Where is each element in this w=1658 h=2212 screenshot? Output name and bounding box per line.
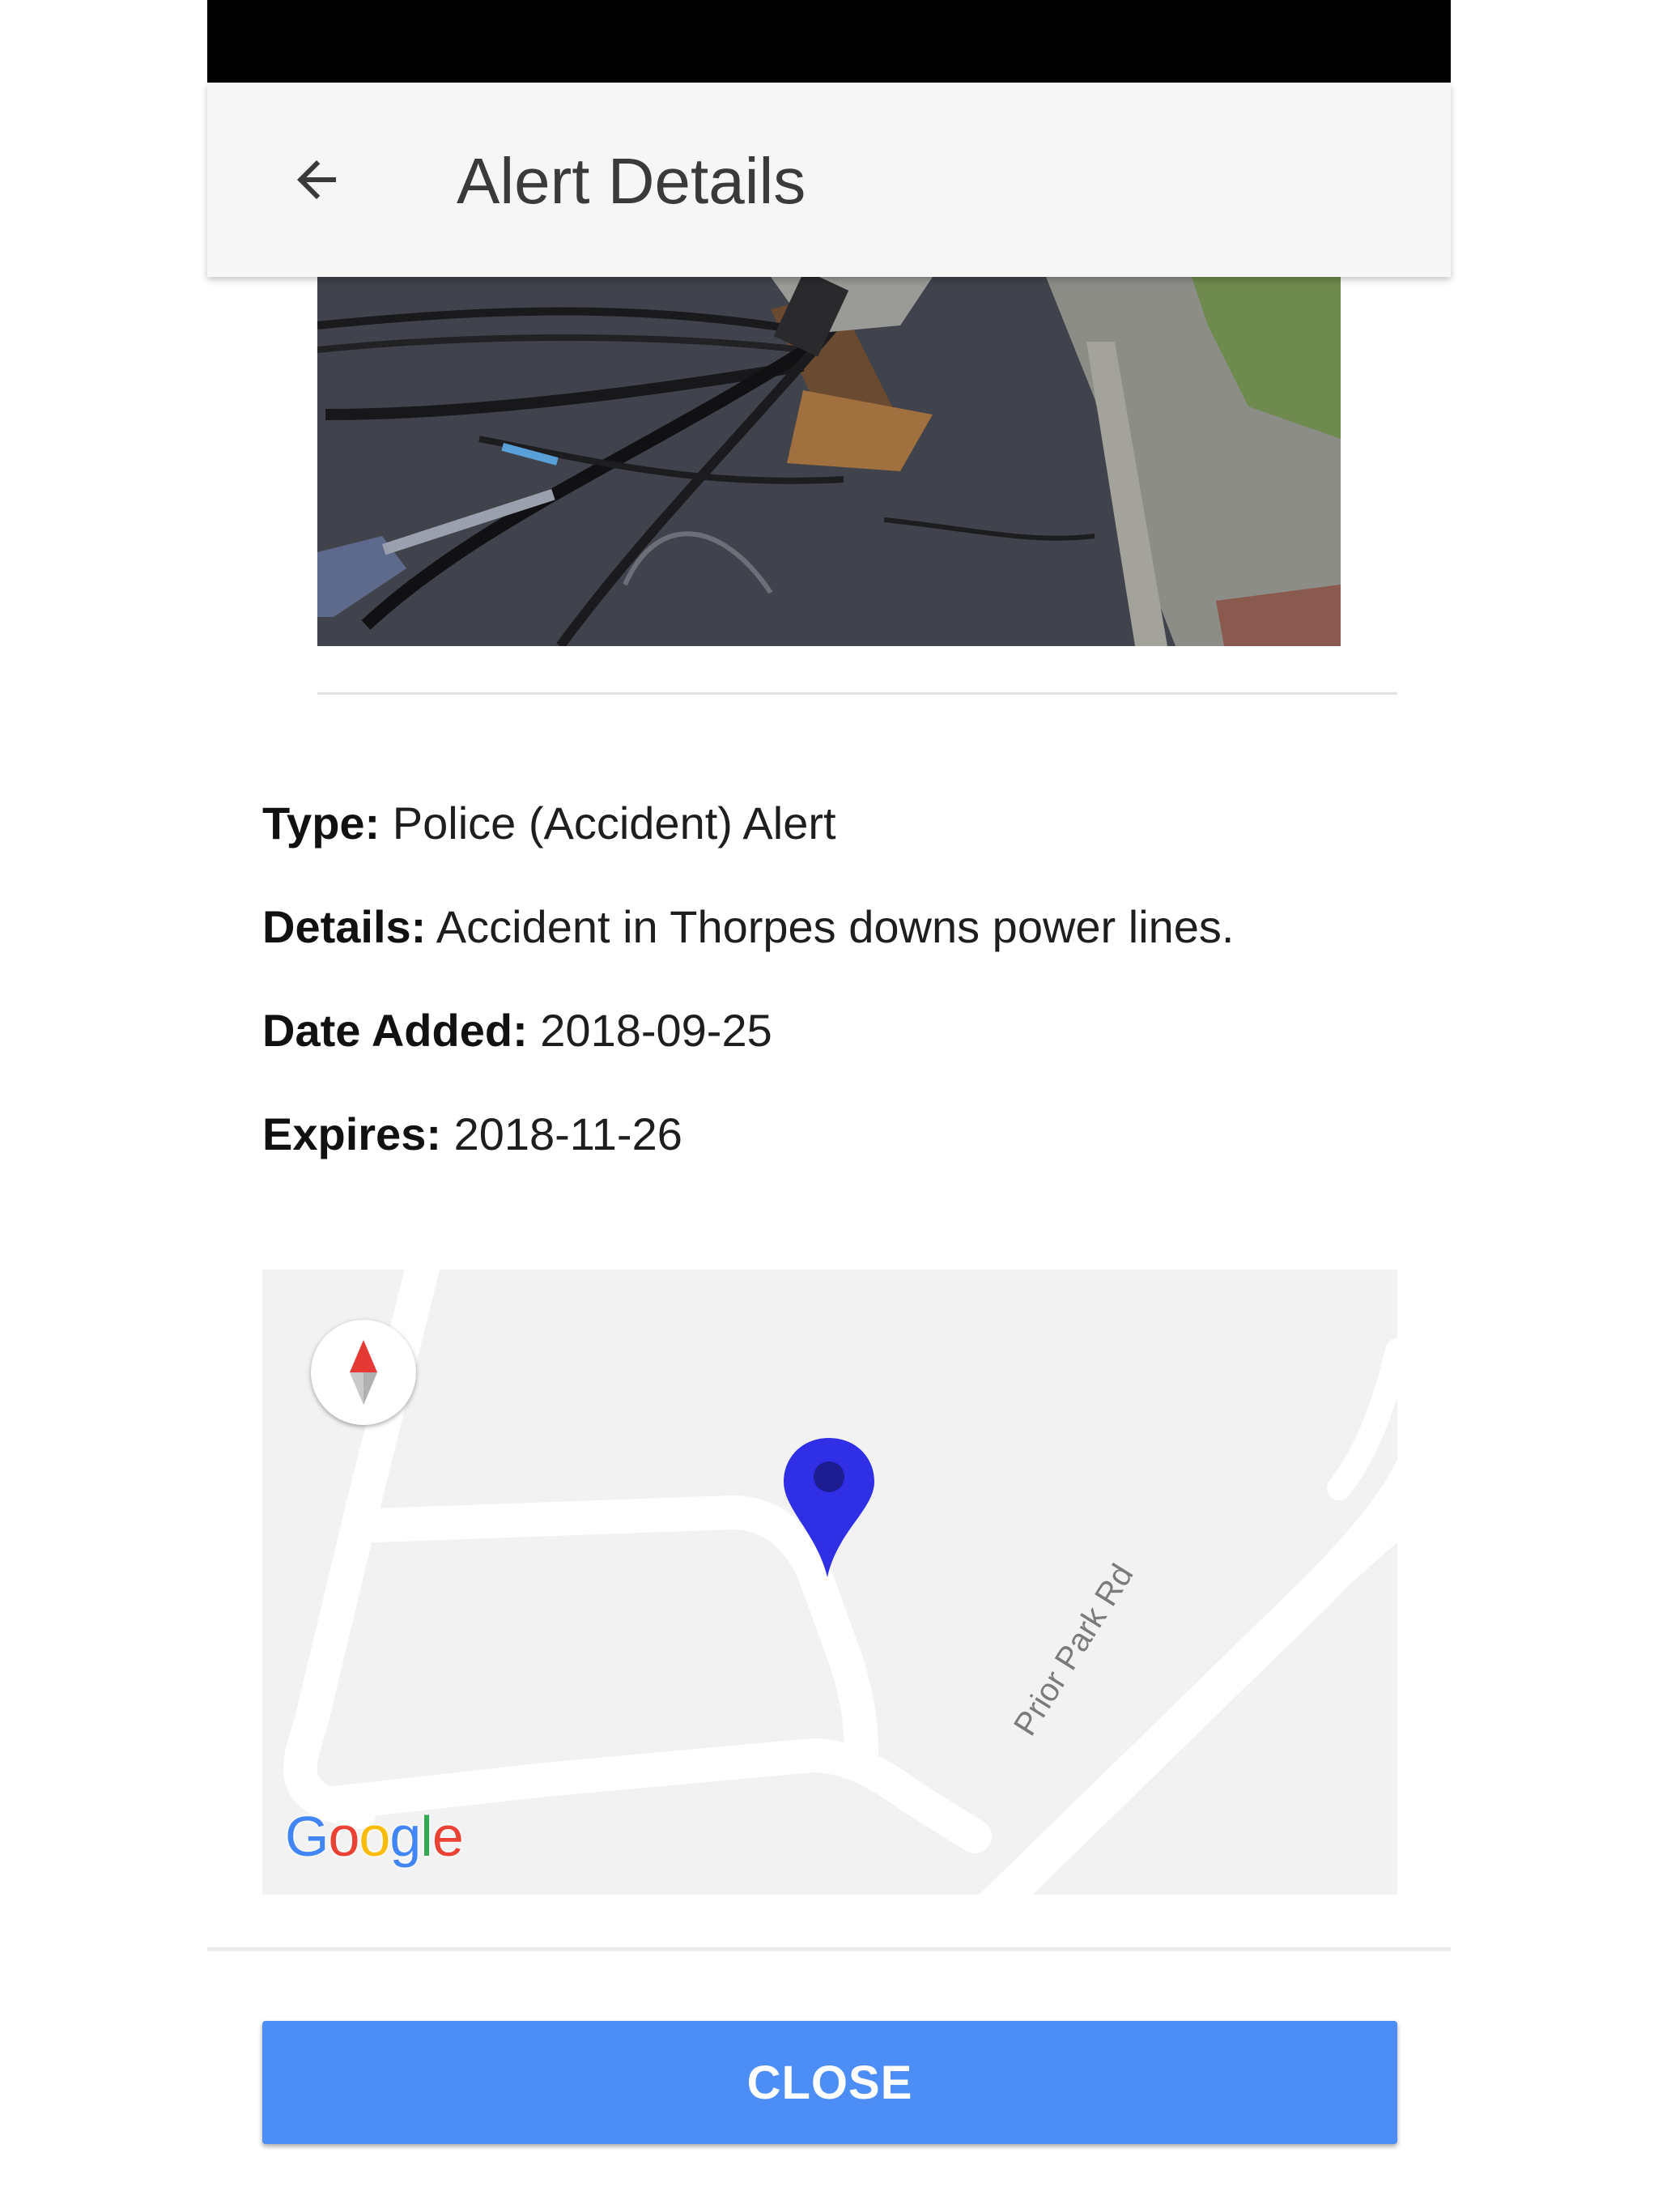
google-logo-letter: l xyxy=(420,1805,433,1868)
app-bar: Alert Details xyxy=(207,83,1451,277)
alert-details-screen: Alert Details Type: Police (Accident) Al… xyxy=(207,0,1451,2212)
expires-value: 2018-11-26 xyxy=(453,1108,682,1159)
alert-photo xyxy=(317,277,1341,646)
status-bar xyxy=(207,0,1451,83)
map-roads xyxy=(283,1270,1397,1895)
compass-button[interactable] xyxy=(311,1320,416,1425)
google-logo-letter: o xyxy=(328,1805,359,1868)
google-logo-letter: g xyxy=(389,1805,421,1868)
expires-row: Expires: 2018-11-26 xyxy=(262,1106,1396,1163)
map-view[interactable]: Prior Park Rd Google xyxy=(262,1270,1397,1895)
details-label: Details: xyxy=(262,901,427,952)
divider xyxy=(317,692,1397,695)
date-added-row: Date Added: 2018-09-25 xyxy=(262,1002,1396,1059)
type-label: Type: xyxy=(262,798,380,849)
compass-icon xyxy=(350,1340,377,1405)
google-logo-letter: o xyxy=(359,1805,390,1868)
map-marker-icon xyxy=(784,1438,874,1577)
expires-label: Expires: xyxy=(262,1108,441,1159)
type-row: Type: Police (Accident) Alert xyxy=(262,795,1396,852)
back-button[interactable] xyxy=(280,143,353,216)
type-value: Police (Accident) Alert xyxy=(392,798,836,849)
google-logo-letter: e xyxy=(432,1805,464,1868)
divider xyxy=(207,1947,1451,1951)
details-value: Accident in Thorpes downs power lines. xyxy=(436,901,1235,952)
page-title: Alert Details xyxy=(457,145,806,217)
close-button[interactable]: CLOSE xyxy=(262,2021,1397,2144)
google-logo: Google xyxy=(285,1804,464,1869)
arrow-left-icon xyxy=(297,160,336,199)
details-row: Details: Accident in Thorpes downs power… xyxy=(262,899,1396,955)
google-logo-letter: G xyxy=(285,1805,329,1868)
date-added-value: 2018-09-25 xyxy=(540,1005,772,1056)
date-added-label: Date Added: xyxy=(262,1005,528,1056)
